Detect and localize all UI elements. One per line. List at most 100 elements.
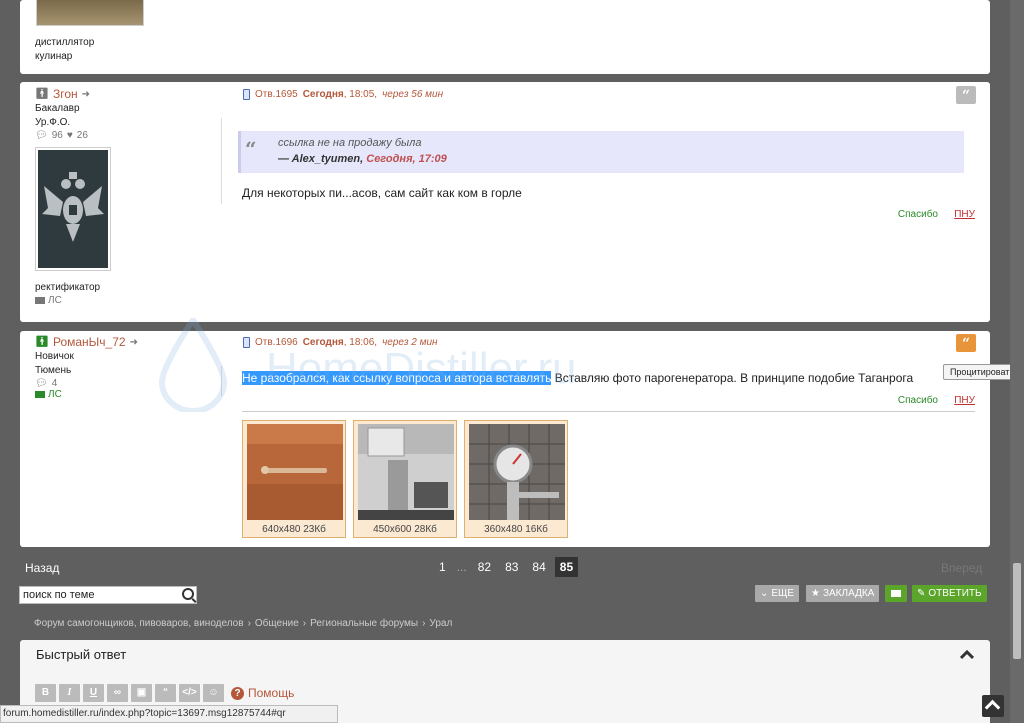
bookmark-label: ЗАКЛАДКА	[822, 588, 875, 599]
post-date: Сегодня	[302, 337, 344, 348]
posts-count: 4	[51, 378, 58, 389]
scrollbar-thumb[interactable]	[1013, 563, 1021, 659]
thanks-link[interactable]: Спасибо	[898, 209, 938, 220]
quick-reply-title: Быстрый ответ	[36, 647, 127, 662]
help-label[interactable]: Помощь	[248, 686, 294, 700]
page-current: 85	[554, 557, 579, 577]
chevron-right-icon: ›	[247, 618, 251, 629]
user-stats: 💬︎ 96 ♥ 26	[35, 130, 225, 141]
search-input[interactable]	[20, 587, 170, 603]
pm-link[interactable]: ЛС	[35, 295, 225, 306]
more-label: ЕЩЕ	[771, 588, 795, 599]
bookmark-button[interactable]: ★ ЗАКЛАДКА	[806, 585, 880, 602]
username[interactable]: РоманЫч_72	[53, 335, 126, 350]
username[interactable]: Згон	[53, 87, 78, 102]
pm-link[interactable]: ЛС	[35, 389, 225, 400]
post-previous: дистиллятор кулинар	[20, 0, 990, 74]
page-link[interactable]: 1	[434, 557, 451, 577]
image-icon: ▣	[136, 687, 147, 698]
quote-text: ссылка не на продажу была	[278, 137, 422, 149]
pagination-forward: Вперед	[941, 561, 983, 575]
user-info: 🚹︎ Згон ➜ Бакалавр Ур.Ф.О. 💬︎ 96 ♥ 26 ре…	[35, 87, 225, 306]
attachment-image	[469, 424, 565, 520]
comments-icon: 💬︎	[35, 378, 48, 389]
scrollbar[interactable]	[1010, 0, 1024, 723]
quote-button[interactable]: “	[956, 86, 976, 104]
pm-label[interactable]: ЛС	[48, 295, 62, 306]
divider	[221, 118, 222, 204]
chevron-down-icon: ⌄	[760, 588, 769, 599]
likes-count: 26	[76, 130, 88, 141]
user-role: ректификатор	[35, 282, 101, 293]
link-button[interactable]: ∞	[107, 684, 128, 702]
quote-button[interactable]: “	[956, 334, 976, 352]
star-icon: ★	[811, 588, 820, 599]
search-box	[19, 586, 197, 604]
divider	[242, 411, 975, 412]
reply-number[interactable]: Отв.1696	[255, 337, 298, 348]
pnu-link[interactable]: ПНУ	[954, 395, 975, 406]
avatar[interactable]	[35, 147, 111, 271]
page-link[interactable]: 83	[500, 557, 523, 577]
bold-button[interactable]: B	[35, 684, 56, 702]
status-bar-url: forum.homedistiller.ru/index.php?topic=1…	[0, 705, 338, 723]
breadcrumb-item[interactable]: Форум самогонщиков, пивоваров, виноделов	[34, 618, 244, 629]
envelope-icon	[891, 590, 901, 597]
attachment-caption: 360x480 16Кб	[484, 524, 548, 535]
italic-button[interactable]: I	[59, 684, 80, 702]
user-location: Тюмень	[35, 365, 72, 376]
smiley-button[interactable]: ☺	[203, 684, 224, 702]
mobile-icon	[243, 337, 250, 348]
reply-button[interactable]: ✎ ОТВЕТИТЬ	[912, 585, 987, 602]
username-link[interactable]: 🚹︎ Згон ➜	[35, 87, 225, 102]
quote-author[interactable]: — Alex_tyumen, Сегодня, 17:09	[278, 153, 447, 165]
page-link[interactable]: 82	[473, 557, 496, 577]
attachment-thumbnail[interactable]: 450x600 28Кб	[353, 420, 457, 538]
more-button[interactable]: ⌄ ЕЩЕ	[755, 585, 800, 602]
underline-button[interactable]: U	[83, 684, 104, 702]
breadcrumb-item[interactable]: Урал	[429, 618, 452, 629]
post-meta: Отв.1696 Сегодня, 18:06, через 2 мин	[243, 337, 438, 348]
post-relative-time: через 2 мин	[382, 337, 438, 348]
post-1696: 🚹︎ РоманЫч_72 ➜ Новичок Тюмень 💬︎ 4 ЛС О…	[20, 331, 990, 547]
help-icon: ?	[231, 686, 244, 700]
smiley-icon: ☺	[208, 687, 219, 698]
post-time: , 18:06,	[343, 337, 378, 348]
breadcrumb-item[interactable]: Региональные форумы	[310, 618, 418, 629]
user-rank: Бакалавр	[35, 103, 80, 114]
pm-label[interactable]: ЛС	[48, 389, 62, 400]
user-stats: 💬︎ 4	[35, 378, 225, 389]
avatar[interactable]	[36, 0, 144, 26]
quote-author-date: Сегодня, 17:09	[366, 153, 447, 165]
reply-label: ОТВЕТИТЬ	[928, 588, 982, 599]
reply-number[interactable]: Отв.1695	[255, 89, 298, 100]
post-1695: 🚹︎ Згон ➜ Бакалавр Ур.Ф.О. 💬︎ 96 ♥ 26 ре…	[20, 82, 990, 322]
scroll-to-top-button[interactable]	[982, 695, 1004, 717]
attachment-thumbnail[interactable]: 360x480 16Кб	[464, 420, 568, 538]
mobile-icon	[243, 89, 250, 100]
message-button[interactable]	[885, 585, 907, 602]
chevron-right-icon: ›	[422, 618, 426, 629]
post-relative-time: через 56 мин	[382, 89, 444, 100]
pnu-link[interactable]: ПНУ	[954, 209, 975, 220]
image-button[interactable]: ▣	[131, 684, 152, 702]
thanks-link[interactable]: Спасибо	[898, 395, 938, 406]
breadcrumb-item[interactable]: Общение	[255, 618, 299, 629]
user-rank: Новичок	[35, 351, 74, 362]
blockquote: “ ссылка не на продажу была — Alex_tyume…	[238, 131, 964, 173]
help-link[interactable]: ? Помощь	[231, 686, 294, 700]
attachment-thumbnail[interactable]: 640x480 23Кб	[242, 420, 346, 538]
search-icon[interactable]	[182, 588, 194, 600]
quote-author-name[interactable]: — Alex_tyumen,	[278, 153, 363, 165]
page-link[interactable]: 84	[527, 557, 550, 577]
quote-button[interactable]: “	[155, 684, 176, 702]
code-button[interactable]: </>	[179, 684, 200, 702]
pagination-back[interactable]: Назад	[25, 561, 59, 575]
username-link[interactable]: 🚹︎ РоманЫч_72 ➜	[35, 335, 225, 350]
chevron-up-icon[interactable]	[960, 648, 974, 662]
divider	[221, 366, 222, 396]
pencil-icon: ✎	[917, 588, 926, 599]
quote-icon: “	[163, 687, 168, 698]
attachment-caption: 640x480 23Кб	[262, 524, 326, 535]
post-time: , 18:05,	[343, 89, 378, 100]
